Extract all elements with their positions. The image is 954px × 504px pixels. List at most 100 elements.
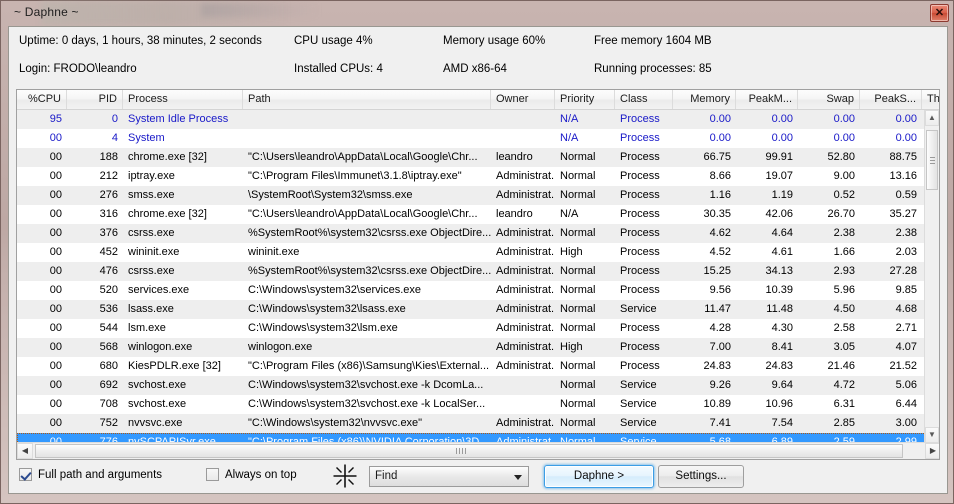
table-row[interactable]: 00 752 nvvsvc.exe "C:\Windows\system32\nvvs… [17, 414, 926, 433]
table-row[interactable]: 00 188 chrome.exe [32] "C:\Users\leandro\Ap… [17, 148, 926, 167]
column-header-priority[interactable]: Priority [555, 90, 615, 109]
titlebar-blur-decoration-2 [201, 3, 321, 17]
title-bar[interactable]: ~ Daphne ~ ✕ [1, 1, 954, 25]
cell-process: svchost.exe [128, 379, 187, 391]
cell-process: iptray.exe [128, 170, 175, 182]
cell-cpu: 00 [49, 398, 62, 410]
cell-class: Process [620, 227, 660, 239]
cell-process: smss.exe [128, 189, 175, 201]
cell-peaks: 3.00 [895, 417, 917, 429]
cell-class: Process [620, 189, 660, 201]
table-row[interactable]: 00 536 lsass.exe C:\Windows\system32\lsass.… [17, 300, 926, 319]
cell-pid: 520 [99, 284, 118, 296]
cell-class: Service [620, 379, 657, 391]
column-header-peaks[interactable]: PeakS... [860, 90, 922, 109]
horizontal-scrollbar-thumb[interactable] [35, 444, 903, 458]
cell-priority: Normal [560, 189, 596, 201]
table-row[interactable]: 95 0 System Idle Process N/A Process 0.00 0.00… [17, 110, 926, 129]
column-header-swap[interactable]: Swap [798, 90, 860, 109]
cell-peakm: 10.96 [765, 398, 793, 410]
table-row[interactable]: 00 276 smss.exe \SystemRoot\System32\smss.e… [17, 186, 926, 205]
cell-cpu: 00 [49, 132, 62, 144]
info-installed-cpus: Installed CPUs: 4 [294, 63, 383, 75]
cell-peakm: 7.54 [771, 417, 793, 429]
settings-button[interactable]: Settings... [658, 465, 744, 488]
scroll-down-button[interactable]: ▼ [925, 427, 939, 443]
full-path-checkbox[interactable]: Full path and arguments [19, 468, 162, 481]
column-header-class[interactable]: Class [615, 90, 673, 109]
cell-peaks: 0.00 [895, 132, 917, 144]
column-header-path[interactable]: Path [243, 90, 491, 109]
column-header-owner[interactable]: Owner [491, 90, 555, 109]
process-list-body[interactable]: 95 0 System Idle Process N/A Process 0.00 0.00… [17, 110, 926, 443]
system-info-panel: Uptime: 0 days, 1 hours, 38 minutes, 2 s… [9, 27, 947, 87]
table-row[interactable]: 00 452 wininit.exe wininit.exe Administrat..… [17, 243, 926, 262]
cell-peakm: 24.83 [765, 360, 793, 372]
table-row[interactable]: 00 212 iptray.exe "C:\Program Files\Immunet… [17, 167, 926, 186]
horizontal-scrollbar[interactable]: ◀ ▶ [17, 442, 939, 459]
cell-cpu: 00 [49, 170, 62, 182]
cell-owner: Administrat... [496, 341, 555, 353]
cell-memory: 7.00 [709, 341, 731, 353]
table-row[interactable]: 00 708 svchost.exe C:\Windows\system32\svch… [17, 395, 926, 414]
column-header-th[interactable]: Th [922, 90, 939, 109]
vertical-scrollbar-thumb[interactable] [926, 130, 938, 190]
cell-cpu: 00 [49, 227, 62, 239]
cell-cpu: 00 [49, 322, 62, 334]
process-list-header[interactable]: %CPU PID Process Path Owner Priority Class Memo… [17, 90, 939, 110]
cell-priority: Normal [560, 265, 596, 277]
table-row[interactable]: 00 568 winlogon.exe winlogon.exe Administrat… [17, 338, 926, 357]
table-row[interactable]: 00 520 services.exe C:\Windows\system32\ser… [17, 281, 926, 300]
column-header-process[interactable]: Process [123, 90, 243, 109]
client-area: Uptime: 0 days, 1 hours, 38 minutes, 2 s… [8, 26, 948, 494]
scroll-up-button[interactable]: ▲ [925, 110, 939, 126]
find-combobox[interactable]: Find [369, 466, 529, 487]
column-header-cpu[interactable]: %CPU [17, 90, 67, 109]
cell-owner: Administrat... [496, 227, 555, 239]
asterisk-icon[interactable] [332, 463, 358, 489]
table-row[interactable]: 00 680 KiesPDLR.exe [32] "C:\Program Files … [17, 357, 926, 376]
process-list[interactable]: %CPU PID Process Path Owner Priority Class Memo… [16, 89, 940, 460]
always-on-top-checkbox[interactable]: Always on top [206, 468, 297, 481]
cell-memory: 9.26 [709, 379, 731, 391]
cell-class: Process [620, 170, 660, 182]
daphne-button[interactable]: Daphne > [544, 465, 654, 488]
cell-swap: 9.00 [833, 170, 855, 182]
table-row[interactable]: 00 476 csrss.exe %SystemRoot%\system32\csrs… [17, 262, 926, 281]
cell-priority: Normal [560, 379, 596, 391]
cell-pid: 376 [99, 227, 118, 239]
cell-pid: 708 [99, 398, 118, 410]
checkbox-unchecked-icon [206, 468, 219, 481]
cell-pid: 188 [99, 151, 118, 163]
cell-peakm: 99.91 [765, 151, 793, 163]
close-button[interactable]: ✕ [930, 4, 949, 22]
table-row[interactable]: 004SystemN/AProcess0.000.000.000.001 [17, 129, 926, 148]
scroll-right-button[interactable]: ▶ [925, 443, 939, 459]
table-row[interactable]: 00 544 lsm.exe C:\Windows\system32\lsm.exe A… [17, 319, 926, 338]
scroll-left-button[interactable]: ◀ [17, 443, 33, 459]
cell-memory: 0.00 [709, 132, 731, 144]
cell-peaks: 4.07 [895, 341, 917, 353]
column-header-memory[interactable]: Memory [673, 90, 736, 109]
table-row[interactable]: 00 376 csrss.exe %SystemRoot%\system32\csrs… [17, 224, 926, 243]
cell-priority: Normal [560, 151, 596, 163]
cell-priority: Normal [560, 170, 596, 182]
cell-owner: Administrat... [496, 189, 555, 201]
cell-swap: 0.00 [833, 113, 855, 125]
cell-path: wininit.exe [248, 246, 300, 258]
vertical-scrollbar[interactable]: ▲ ▼ [924, 110, 939, 443]
cell-swap: 2.58 [833, 322, 855, 334]
cell-path: "C:\Users\leandro\AppData\Local\Google\C… [248, 151, 478, 163]
cell-owner: Administrat... [496, 303, 555, 315]
cell-cpu: 00 [49, 208, 62, 220]
cell-class: Process [620, 113, 660, 125]
cell-process: winlogon.exe [128, 341, 193, 353]
column-header-peakm[interactable]: PeakM... [736, 90, 798, 109]
cell-class: Process [620, 151, 660, 163]
cell-memory: 11.47 [704, 303, 731, 315]
table-row[interactable]: 00 692 svchost.exe C:\Windows\system32\svch… [17, 376, 926, 395]
cell-path [243, 129, 491, 148]
chevron-right-icon: ▶ [929, 446, 937, 455]
table-row[interactable]: 00 316 chrome.exe [32] "C:\Users\leandro\Ap… [17, 205, 926, 224]
column-header-pid[interactable]: PID [67, 90, 123, 109]
